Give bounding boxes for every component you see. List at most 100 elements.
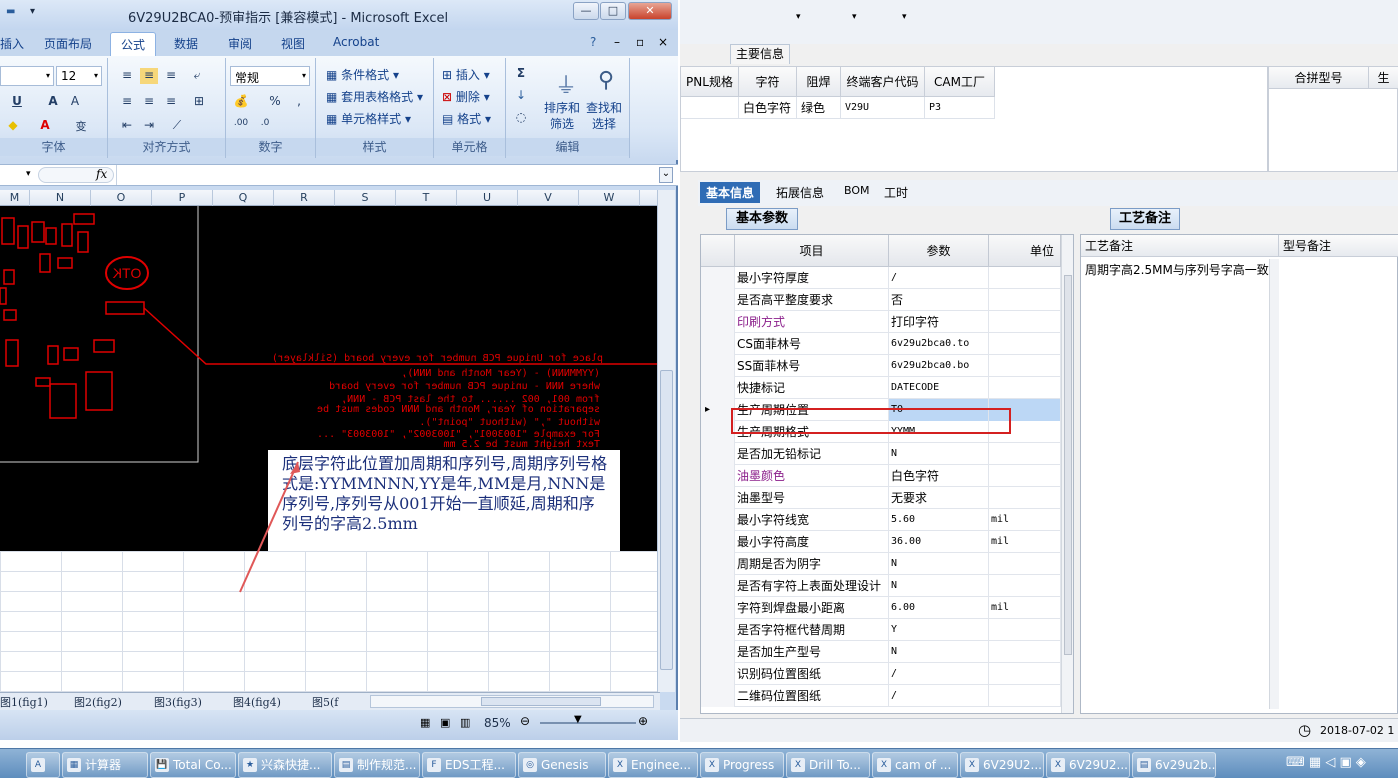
- param-row[interactable]: CS面菲林号 6v29u2bca0.to: [701, 333, 1061, 355]
- column-header[interactable]: R: [274, 190, 335, 206]
- ribbon-restore-icon[interactable]: ▫: [636, 35, 644, 49]
- fx-icon[interactable]: fx: [96, 167, 107, 181]
- table-cell[interactable]: [681, 97, 739, 119]
- conditional-format-button[interactable]: ▦ 条件格式 ▾: [326, 66, 399, 83]
- param-value[interactable]: 6v29u2bca0.bo: [889, 355, 989, 377]
- row-indicator[interactable]: [701, 487, 735, 509]
- param-value[interactable]: N: [889, 553, 989, 575]
- namebox-dropdown-icon[interactable]: ▾: [26, 169, 31, 179]
- row-indicator[interactable]: [701, 311, 735, 333]
- param-value[interactable]: N: [889, 575, 989, 597]
- table-cell[interactable]: 绿色: [797, 97, 841, 119]
- clear-icon[interactable]: ◌: [512, 110, 530, 126]
- cell-styles-button[interactable]: ▦ 单元格样式 ▾: [326, 110, 411, 127]
- normal-view-icon[interactable]: ▦: [420, 716, 430, 729]
- param-value[interactable]: 6.00: [889, 597, 989, 619]
- tab-formulas[interactable]: 公式: [110, 32, 157, 56]
- param-row[interactable]: 最小字符高度 36.00 mil: [701, 531, 1061, 553]
- row-indicator[interactable]: [701, 267, 735, 289]
- align-right-icon[interactable]: ≡: [162, 94, 180, 110]
- fill-icon[interactable]: ↓: [512, 88, 530, 104]
- increase-indent-icon[interactable]: ⇥: [140, 118, 158, 134]
- param-value[interactable]: /: [889, 267, 989, 289]
- scroll-thumb[interactable]: [1064, 275, 1072, 655]
- font-name-select[interactable]: ▾: [0, 66, 54, 86]
- sheet-tab[interactable]: 图3(fig3): [154, 694, 202, 710]
- comma-icon[interactable]: ,: [290, 94, 308, 110]
- tab-process-notes[interactable]: 工艺备注: [1110, 208, 1180, 230]
- column-header[interactable]: P: [152, 190, 213, 206]
- fill-color-icon[interactable]: ◆: [4, 118, 22, 134]
- taskbar-item[interactable]: A: [26, 752, 60, 778]
- align-bottom-icon[interactable]: ≡: [162, 68, 180, 84]
- sheet-tab[interactable]: 图4(fig4): [233, 694, 281, 710]
- taskbar-item[interactable]: X Drill To...: [786, 752, 870, 778]
- binoculars-icon[interactable]: ⚲: [594, 68, 618, 94]
- format-as-table-button[interactable]: ▦ 套用表格格式 ▾: [326, 88, 423, 105]
- tab-acrobat[interactable]: Acrobat: [333, 35, 379, 49]
- tab-review[interactable]: 审阅: [228, 35, 252, 52]
- formula-input[interactable]: [116, 165, 656, 185]
- param-value[interactable]: 36.00: [889, 531, 989, 553]
- row-indicator[interactable]: [701, 509, 735, 531]
- column-header[interactable]: O: [91, 190, 152, 206]
- ribbon-close-icon[interactable]: ×: [658, 35, 668, 49]
- column-header[interactable]: W: [579, 190, 640, 206]
- quick-access-icon[interactable]: ▬: [6, 6, 15, 17]
- sort-filter-button[interactable]: 排序和 筛选: [544, 100, 580, 132]
- taskbar-item[interactable]: X 6V29U2...: [1046, 752, 1130, 778]
- column-header[interactable]: S: [335, 190, 396, 206]
- param-value[interactable]: 打印字符: [889, 311, 989, 333]
- param-value[interactable]: 否: [889, 289, 989, 311]
- row-indicator[interactable]: [701, 443, 735, 465]
- param-value[interactable]: 5.60: [889, 509, 989, 531]
- process-note-text[interactable]: 周期字高2.5MM与序列号字高一致: [1085, 261, 1269, 278]
- param-row[interactable]: 最小字符厚度 /: [701, 267, 1061, 289]
- minimize-button[interactable]: —: [573, 2, 599, 20]
- worksheet[interactable]: OTK place for Unique PCB number for ever…: [0, 206, 657, 692]
- font-size-select[interactable]: 12 ▾: [56, 66, 102, 86]
- row-indicator[interactable]: ▸: [701, 399, 735, 421]
- insert-cells-button[interactable]: ⊞ 插入 ▾: [442, 66, 490, 83]
- taskbar-item[interactable]: ▤ 6v29u2b...: [1132, 752, 1216, 778]
- taskbar-item[interactable]: 💾 Total Co...: [150, 752, 236, 778]
- taskbar-item[interactable]: X Progress: [700, 752, 784, 778]
- param-value[interactable]: N: [889, 443, 989, 465]
- column-header[interactable]: Q: [213, 190, 274, 206]
- ime-icon[interactable]: ▣: [1339, 755, 1351, 770]
- row-indicator[interactable]: [701, 289, 735, 311]
- tab-data[interactable]: 数据: [174, 35, 198, 52]
- param-value[interactable]: N: [889, 641, 989, 663]
- sort-filter-icon[interactable]: ⏚: [554, 68, 578, 99]
- param-value[interactable]: /: [889, 685, 989, 707]
- row-indicator[interactable]: [701, 333, 735, 355]
- row-indicator[interactable]: [701, 377, 735, 399]
- tab-basic-info[interactable]: 基本信息: [700, 182, 761, 203]
- expand-formula-icon[interactable]: ⌄: [659, 167, 673, 183]
- number-format-select[interactable]: 常规 ▾: [230, 66, 310, 86]
- page-break-view-icon[interactable]: ▥: [460, 716, 470, 729]
- underline-icon[interactable]: U: [8, 94, 26, 110]
- param-value[interactable]: 无要求: [889, 487, 989, 509]
- align-top-icon[interactable]: ≡: [118, 68, 136, 84]
- dropdown-arrow-icon[interactable]: ▾: [852, 12, 857, 22]
- maximize-button[interactable]: □: [600, 2, 626, 20]
- zoom-in-icon[interactable]: ⊕: [638, 714, 648, 728]
- tab-page-layout[interactable]: 页面布局: [44, 35, 92, 52]
- volume-icon[interactable]: ◁: [1325, 755, 1335, 770]
- taskbar-item[interactable]: Xcam of ...: [872, 752, 958, 778]
- find-select-button[interactable]: 查找和 选择: [586, 100, 622, 132]
- help-icon[interactable]: ?: [590, 35, 596, 49]
- tab-worktime[interactable]: 工时: [884, 184, 908, 201]
- taskbar-item[interactable]: ★ 兴森快捷...: [238, 752, 332, 778]
- increase-decimal-icon[interactable]: .00: [232, 118, 250, 134]
- page-layout-view-icon[interactable]: ▣: [440, 716, 450, 729]
- taskbar-item[interactable]: X Enginee...: [608, 752, 698, 778]
- shield-icon[interactable]: ◈: [1356, 755, 1366, 770]
- zoom-slider[interactable]: [540, 722, 636, 724]
- row-indicator[interactable]: [701, 465, 735, 487]
- sheet-hscroll[interactable]: [370, 695, 654, 708]
- param-row[interactable]: 是否加无铅标记 N: [701, 443, 1061, 465]
- tab-basic-params[interactable]: 基本参数: [726, 208, 798, 230]
- param-row[interactable]: 印刷方式 打印字符: [701, 311, 1061, 333]
